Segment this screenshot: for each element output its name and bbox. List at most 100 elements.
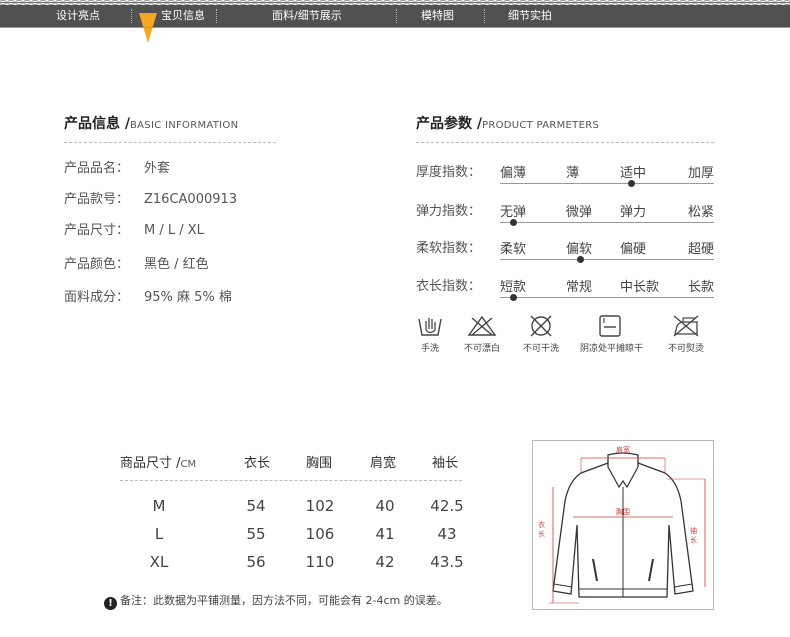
size-cell: 42.5 bbox=[430, 497, 464, 515]
care-label: 不可漂白 bbox=[463, 344, 500, 354]
basic-info-subtitle: BASIC INFORMATION bbox=[130, 120, 239, 131]
warning-icon: ! bbox=[104, 597, 117, 610]
care-item: 不可漂白 bbox=[452, 314, 512, 354]
size-cell: 41 bbox=[375, 525, 395, 543]
size-table-title-text: 商品尺寸 / bbox=[120, 456, 181, 471]
param-option: 弹力 bbox=[620, 205, 647, 220]
length-measure-label: 衣长 bbox=[538, 521, 545, 538]
size-cell: 110 bbox=[305, 553, 335, 571]
flat-dry-shade-icon bbox=[599, 315, 621, 337]
size-cell: 56 bbox=[246, 553, 266, 571]
basic-info-title-text: 产品信息 / bbox=[64, 116, 130, 132]
param-option: 长款 bbox=[688, 280, 715, 295]
param-selected-marker bbox=[628, 180, 635, 187]
info-value: 外套 bbox=[144, 161, 171, 176]
note-text: 备注：此数据为平铺测量，因方法不同，可能会有 2-4cm 的误差。 bbox=[120, 594, 448, 607]
param-selected-marker bbox=[510, 219, 517, 226]
size-cell: 42 bbox=[375, 553, 395, 571]
info-row-material: 面料成分： 95% 麻 5% 棉 bbox=[64, 286, 232, 305]
size-header-sleeve: 袖长 bbox=[432, 456, 459, 471]
size-table-title: 商品尺寸 /CM bbox=[120, 452, 196, 471]
info-value: 95% 麻 5% 棉 bbox=[144, 290, 232, 305]
no-iron-icon bbox=[673, 315, 699, 337]
jacket-diagram: 肩宽 胸围 衣长 袖长 bbox=[532, 440, 714, 610]
shoulder-measure-label: 肩宽 bbox=[616, 446, 630, 454]
param-option: 短款 bbox=[500, 280, 527, 295]
size-cell: 43.5 bbox=[430, 553, 464, 571]
nav-item-fabric[interactable]: 面料/细节展示 bbox=[272, 5, 342, 27]
param-label: 厚度指数： bbox=[416, 165, 482, 180]
nav-item-info[interactable]: 宝贝信息 bbox=[161, 5, 205, 27]
care-label: 手洗 bbox=[420, 344, 439, 354]
info-value: 黑色 / 红色 bbox=[144, 257, 209, 272]
care-item: 阴凉处平摊晾干 bbox=[580, 314, 644, 354]
size-cell: 55 bbox=[246, 525, 266, 543]
measurement-note: ! 备注：此数据为平铺测量，因方法不同，可能会有 2-4cm 的误差。 bbox=[104, 592, 448, 610]
top-nav: 设计亮点 宝贝信息 面料/细节展示 模特图 细节实拍 bbox=[0, 5, 790, 43]
params-title: 产品参数 /PRODUCT PARMETERS bbox=[416, 113, 599, 133]
care-label: 不可熨烫 bbox=[667, 344, 704, 354]
care-item: 不可熨烫 bbox=[656, 314, 716, 354]
param-option: 适中 bbox=[620, 166, 647, 181]
param-option: 偏软 bbox=[566, 242, 593, 257]
param-option: 中长款 bbox=[620, 280, 660, 295]
info-label: 产品品名： bbox=[64, 161, 130, 176]
info-label: 面料成分： bbox=[64, 290, 130, 305]
size-row-label: L bbox=[154, 525, 164, 543]
size-cell: 106 bbox=[305, 525, 335, 543]
no-bleach-icon bbox=[467, 315, 497, 336]
basic-info-divider bbox=[64, 142, 276, 143]
param-option: 柔软 bbox=[500, 242, 527, 257]
sleeve-measure-label: 袖长 bbox=[690, 527, 697, 544]
hand-wash-icon bbox=[418, 318, 442, 336]
size-row-label: M bbox=[152, 497, 166, 515]
param-option: 加厚 bbox=[688, 166, 715, 181]
size-table-divider bbox=[120, 480, 462, 481]
size-table-unit: CM bbox=[180, 459, 197, 470]
params-subtitle: PRODUCT PARMETERS bbox=[482, 120, 600, 131]
param-scale-line bbox=[500, 183, 714, 184]
param-option: 超硬 bbox=[688, 242, 715, 257]
params-title-text: 产品参数 / bbox=[416, 116, 482, 132]
jacket-outline-icon bbox=[549, 452, 706, 604]
size-header-length: 衣长 bbox=[244, 456, 271, 471]
param-label: 柔软指数： bbox=[416, 241, 482, 256]
info-row-name: 产品品名： 外套 bbox=[64, 157, 170, 176]
info-label: 产品款号： bbox=[64, 192, 130, 207]
param-option: 偏硬 bbox=[620, 242, 647, 257]
nav-active-pointer-icon bbox=[139, 13, 157, 43]
care-label: 不可干洗 bbox=[522, 344, 559, 354]
param-option: 常规 bbox=[566, 280, 593, 295]
info-label: 产品颜色： bbox=[64, 257, 130, 272]
param-option: 微弹 bbox=[566, 205, 593, 220]
nav-bottom-rule bbox=[0, 27, 790, 28]
param-label: 衣长指数： bbox=[416, 279, 482, 294]
param-selected-marker bbox=[510, 294, 517, 301]
nav-item-detail[interactable]: 细节实拍 bbox=[508, 5, 552, 27]
nav-item-design[interactable]: 设计亮点 bbox=[56, 5, 100, 27]
param-option: 无弹 bbox=[500, 205, 527, 220]
nav-item-model[interactable]: 模特图 bbox=[421, 5, 454, 27]
care-item: 手洗 bbox=[400, 314, 460, 354]
info-row-sku: 产品款号： Z16CA000913 bbox=[64, 188, 237, 207]
param-scale-line bbox=[500, 259, 714, 260]
param-option: 松紧 bbox=[688, 205, 715, 220]
size-header-shoulder: 肩宽 bbox=[370, 456, 397, 471]
chest-measure-label: 胸围 bbox=[616, 508, 630, 516]
size-header-chest: 胸围 bbox=[306, 456, 333, 471]
basic-info-title: 产品信息 /BASIC INFORMATION bbox=[64, 113, 238, 133]
no-dry-clean-icon bbox=[530, 315, 552, 337]
size-cell: 40 bbox=[375, 497, 395, 515]
param-scale-line bbox=[500, 222, 714, 223]
care-label: 阴凉处平摊晾干 bbox=[580, 344, 644, 354]
care-item: 不可干洗 bbox=[511, 314, 571, 354]
nav-separator bbox=[484, 9, 485, 23]
param-option: 偏薄 bbox=[500, 166, 527, 181]
info-row-size: 产品尺寸： M / L / XL bbox=[64, 219, 204, 238]
nav-separator bbox=[216, 9, 217, 23]
nav-separator bbox=[396, 9, 397, 23]
size-cell: 102 bbox=[305, 497, 335, 515]
info-value: M / L / XL bbox=[144, 223, 204, 238]
size-row-label: XL bbox=[149, 553, 169, 571]
info-row-color: 产品颜色： 黑色 / 红色 bbox=[64, 253, 209, 272]
